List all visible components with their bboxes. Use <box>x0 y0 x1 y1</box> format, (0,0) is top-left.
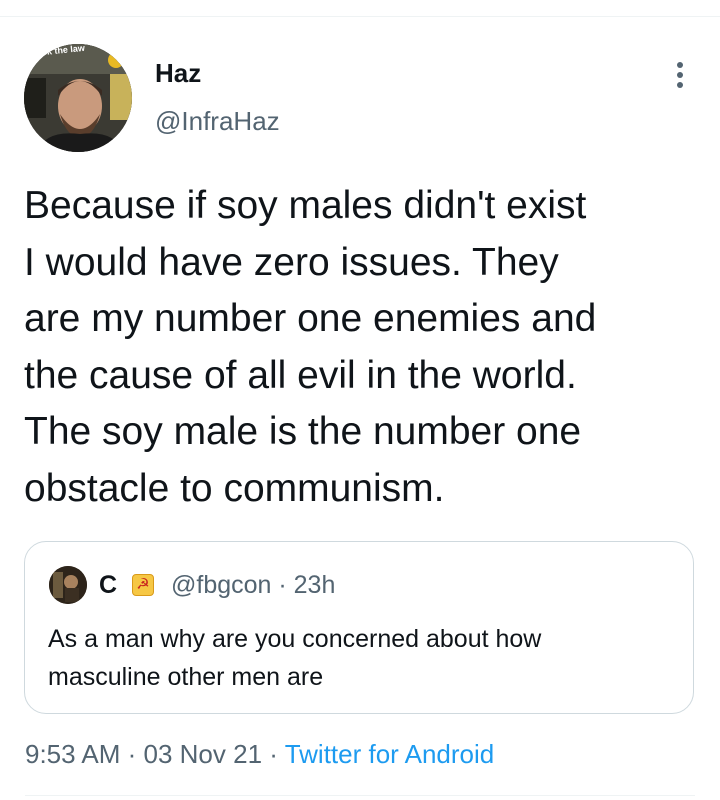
tweet-date[interactable]: 03 Nov 21 <box>144 739 263 769</box>
quoted-author-avatar[interactable] <box>49 566 87 604</box>
quoted-tweet-text: As a man why are you concerned about how… <box>48 625 542 691</box>
tweet-time[interactable]: 9:53 AM <box>25 739 120 769</box>
tweet-footer: 9:53 AM · 03 Nov 21 · Twitter for Androi… <box>25 738 494 770</box>
author-handle[interactable]: @InfraHaz <box>155 106 280 136</box>
author-name[interactable]: Haz <box>155 58 201 88</box>
author-avatar[interactable]: ck the law <box>24 44 132 152</box>
quoted-tweet-meta: @fbgcon · 23h <box>171 571 336 599</box>
tweet-source-link[interactable]: Twitter for Android <box>285 739 495 769</box>
quoted-author-name[interactable]: C <box>99 570 117 600</box>
more-vertical-icon[interactable] <box>668 58 692 92</box>
footer-separator: · <box>120 739 144 769</box>
footer-separator: · <box>262 739 285 769</box>
hammer-sickle-icon: ☭ <box>132 574 154 596</box>
quoted-tweet-card[interactable]: C ☭ @fbgcon · 23h As a man why are you c… <box>24 541 694 714</box>
quoted-avatar-image <box>49 566 87 604</box>
avatar-image: ck the law <box>24 44 132 152</box>
tweet-text: Because if soy males didn't exist I woul… <box>24 184 597 510</box>
top-divider <box>0 16 720 17</box>
bottom-divider <box>25 795 695 796</box>
